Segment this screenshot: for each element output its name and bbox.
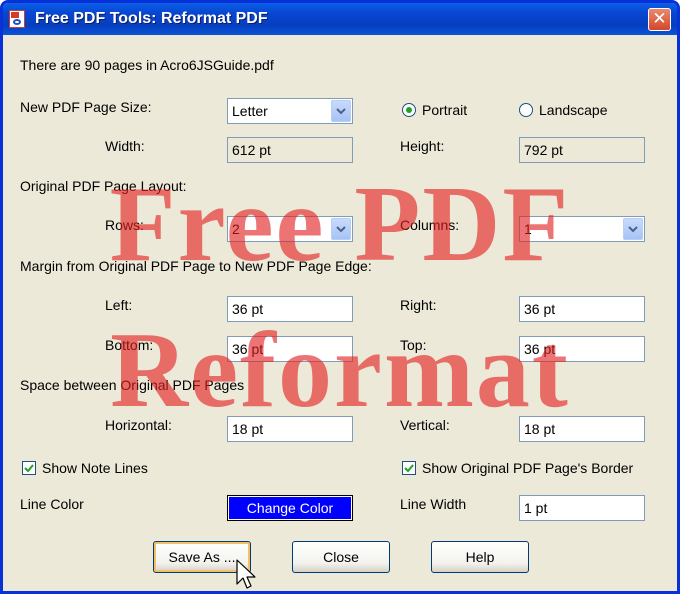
page-size-value: Letter	[232, 103, 268, 119]
watermark-line-2: Reformat	[110, 311, 570, 430]
horizontal-spacing-field[interactable]: 18 pt	[227, 416, 353, 442]
close-window-button[interactable]: ✕	[648, 8, 671, 31]
close-icon: ✕	[652, 9, 667, 28]
margin-label: Margin from Original PDF Page to New PDF…	[20, 258, 372, 274]
window-title: Free PDF Tools: Reformat PDF	[35, 10, 268, 27]
change-color-button[interactable]: Change Color	[227, 495, 353, 521]
bottom-margin-field[interactable]: 36 pt	[227, 336, 353, 362]
landscape-radio[interactable]	[519, 103, 533, 117]
vertical-label: Vertical:	[400, 417, 450, 433]
show-note-lines-checkbox[interactable]	[22, 461, 36, 475]
line-width-field[interactable]: 1 pt	[519, 495, 645, 521]
bottom-margin-label: Bottom:	[105, 337, 154, 353]
right-margin-label: Right:	[400, 297, 437, 313]
chevron-down-icon[interactable]	[331, 100, 351, 122]
reformat-dialog: Free PDF Tools: Reformat PDF ✕ There are…	[0, 0, 680, 594]
columns-label: Columns:	[400, 217, 460, 233]
rows-value: 2	[232, 221, 240, 237]
checkmark-icon	[24, 464, 34, 473]
left-margin-label: Left:	[105, 297, 133, 313]
height-label: Height:	[400, 138, 445, 154]
height-field: 792 pt	[519, 137, 645, 163]
width-label: Width:	[105, 138, 145, 154]
title-bar[interactable]: Free PDF Tools: Reformat PDF ✕	[3, 3, 677, 35]
rows-select[interactable]: 2	[227, 216, 353, 242]
columns-value: 1	[524, 221, 532, 237]
show-note-lines-label: Show Note Lines	[42, 460, 148, 476]
right-margin-field[interactable]: 36 pt	[519, 296, 645, 322]
left-margin-field[interactable]: 36 pt	[227, 296, 353, 322]
portrait-radio[interactable]	[402, 103, 416, 117]
line-width-label: Line Width	[400, 496, 467, 512]
show-border-label: Show Original PDF Page's Border	[422, 460, 634, 476]
show-border-checkbox[interactable]	[402, 461, 416, 475]
top-margin-field[interactable]: 36 pt	[519, 336, 645, 362]
columns-select[interactable]: 1	[519, 216, 645, 242]
line-color-label: Line Color	[20, 496, 84, 512]
page-count-info: There are 90 pages in Acro6JSGuide.pdf	[20, 57, 274, 73]
page-size-label: New PDF Page Size:	[20, 99, 152, 115]
top-margin-label: Top:	[400, 337, 427, 353]
landscape-label: Landscape	[539, 102, 608, 118]
rows-label: Rows:	[105, 217, 144, 233]
page-size-select[interactable]: Letter	[227, 98, 353, 124]
chevron-down-icon[interactable]	[623, 218, 643, 240]
horizontal-label: Horizontal:	[105, 417, 172, 433]
vertical-spacing-field[interactable]: 18 pt	[519, 416, 645, 442]
close-button[interactable]: Close	[292, 541, 390, 573]
mouse-cursor-icon	[236, 559, 256, 589]
width-field: 612 pt	[227, 137, 353, 163]
portrait-label: Portrait	[422, 102, 468, 118]
checkmark-icon	[404, 464, 414, 473]
spacing-label: Space between Original PDF Pages	[20, 377, 245, 393]
chevron-down-icon[interactable]	[331, 218, 351, 240]
help-button[interactable]: Help	[431, 541, 529, 573]
layout-label: Original PDF Page Layout:	[20, 178, 187, 194]
app-icon	[9, 10, 25, 28]
